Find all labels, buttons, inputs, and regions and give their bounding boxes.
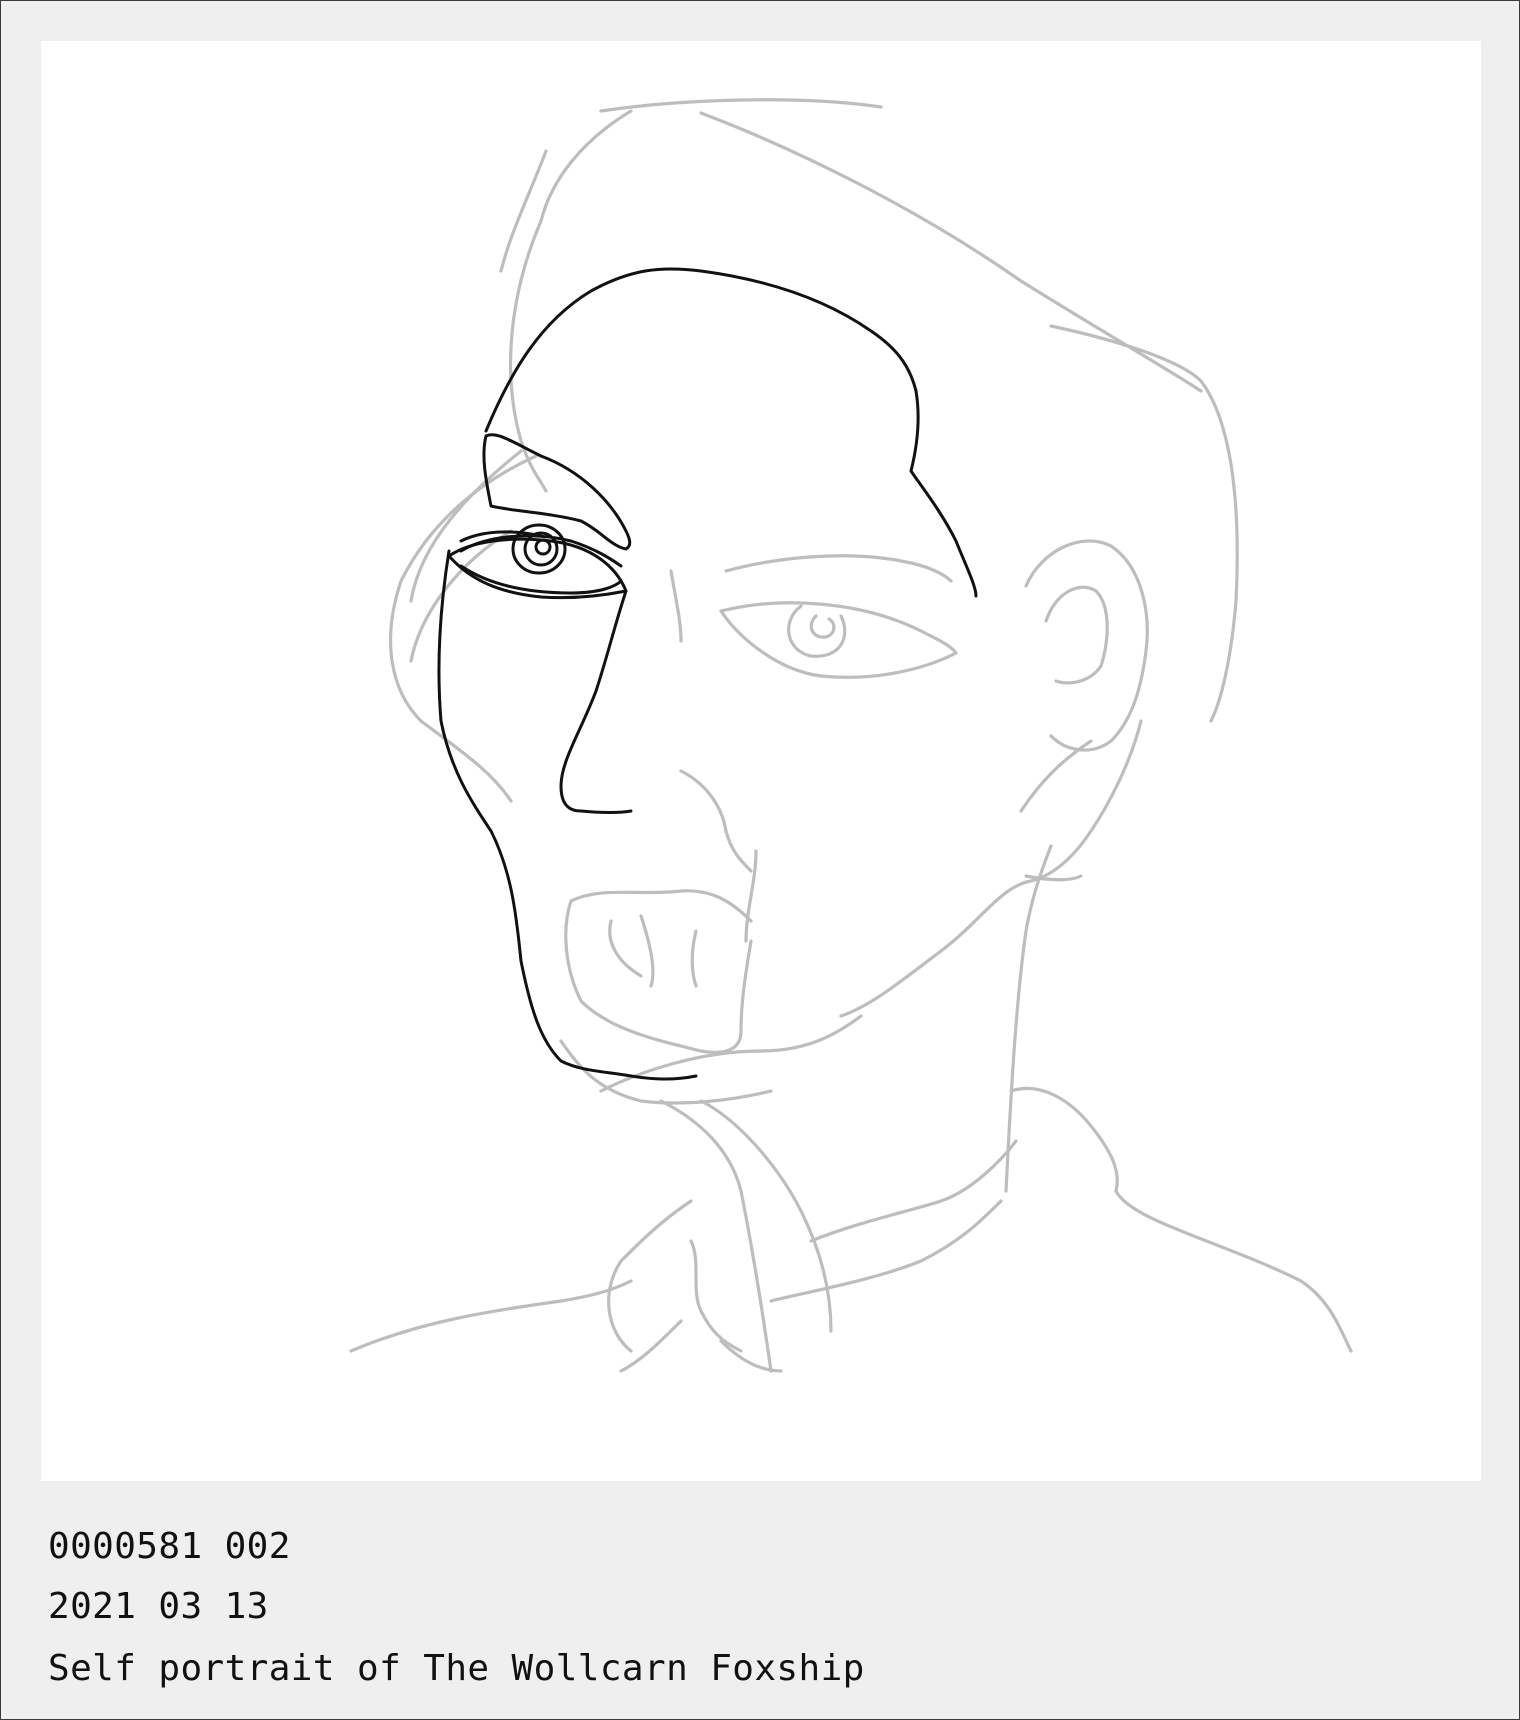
neck-right-line (1004, 844, 1053, 1193)
nose-line (559, 589, 633, 814)
chin-crease (744, 849, 758, 943)
right-eye-shape (719, 601, 958, 679)
portrait-title: Self portrait of The Wollcarn Foxship (48, 1648, 865, 1689)
jaw-right-line (839, 719, 1143, 1018)
mouth-outline (564, 899, 753, 1054)
hair-top-line (599, 98, 883, 113)
ear-inner (1044, 585, 1109, 685)
portrait-frame: 0000581 002 2021 03 13 Self portrait of … (0, 0, 1520, 1720)
face-outline-left (437, 549, 698, 1081)
collar-right-fold (1114, 1189, 1353, 1353)
left-eye-iris-inner (523, 531, 559, 567)
left-hair-swoop (389, 454, 538, 803)
neck-left-line (659, 1099, 773, 1373)
cheek-lower-line (1019, 739, 1093, 813)
tooth-1 (608, 919, 643, 978)
tooth-3 (690, 929, 698, 988)
collar-left-line (607, 1199, 693, 1353)
hair-left-line (509, 109, 633, 493)
left-eye-lower-lid (459, 564, 623, 595)
collar-left-fold (689, 1239, 743, 1353)
hair-right-line (699, 111, 1203, 393)
shirt-left-line (619, 1319, 683, 1373)
neck-left-inner (699, 1099, 833, 1333)
jaw-lower-line (599, 1014, 863, 1093)
light-sketch-lines (349, 98, 1353, 1373)
collar-mid-fold (809, 1139, 1018, 1243)
right-eye-upper-lid (724, 554, 953, 583)
mouth-upper-lip (569, 889, 753, 923)
right-eye-pupil (809, 614, 836, 639)
portrait-date: 2021 03 13 (48, 1586, 269, 1627)
left-eye-pupil (534, 538, 552, 556)
ear-outer (1024, 539, 1149, 752)
tooth-2 (639, 914, 655, 988)
nose-bridge-line (669, 569, 683, 643)
shoulder-left-line (349, 1279, 633, 1353)
portrait-sketch (349, 98, 1353, 1373)
right-eye-iris (787, 604, 847, 658)
hair-left-lower-line (499, 149, 548, 273)
cheek-crease (679, 769, 753, 873)
catalog-id: 0000581 002 (48, 1526, 291, 1567)
collar-right-line (1009, 1086, 1119, 1193)
drawing-canvas (41, 41, 1481, 1481)
face-outline-top (484, 267, 918, 433)
